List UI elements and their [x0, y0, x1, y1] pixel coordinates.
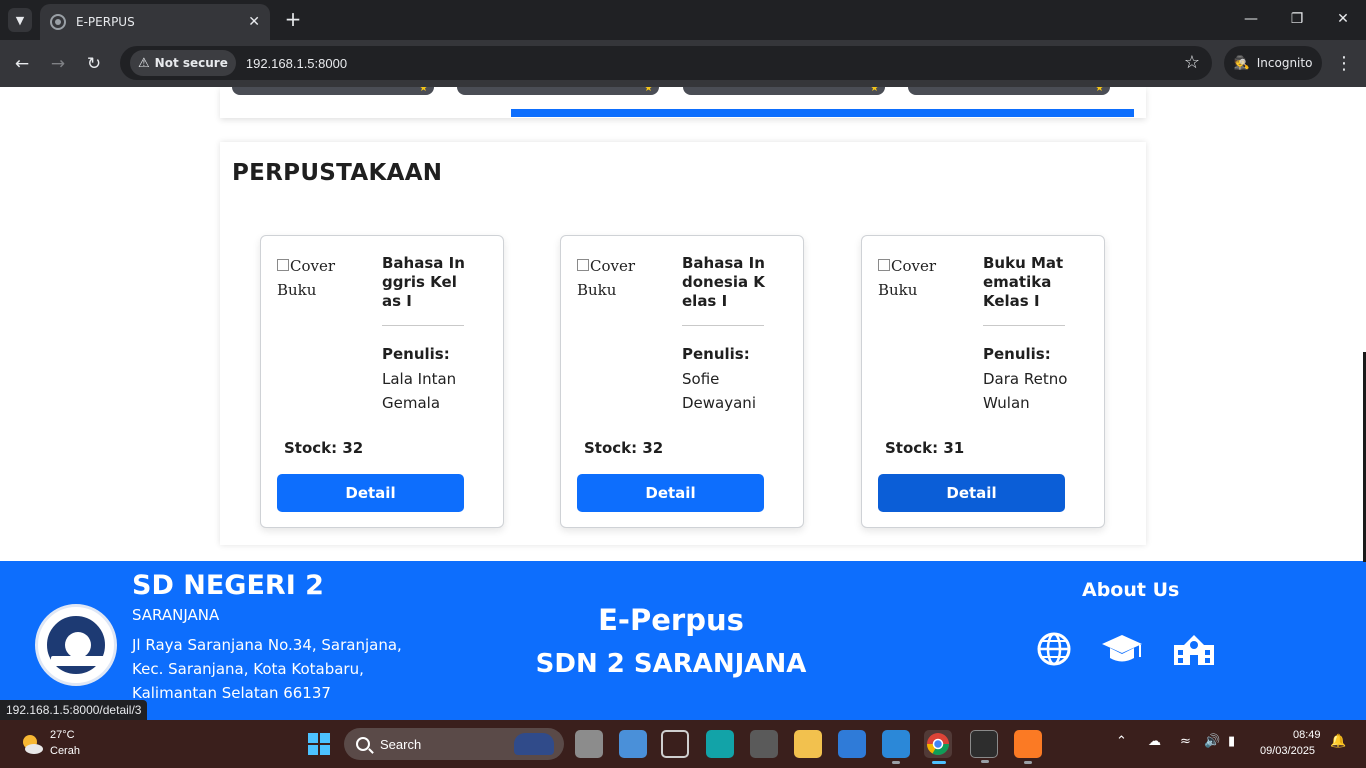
school-name: SD NEGERI 2 — [132, 570, 324, 601]
sync-app-icon[interactable] — [750, 730, 778, 758]
windows-start-icon[interactable] — [308, 733, 330, 755]
library-heading: PERPUSTAKAAN — [232, 160, 443, 186]
notification-icon[interactable]: 🔔 — [1330, 734, 1346, 749]
graduation-cap-icon[interactable] — [1100, 631, 1144, 667]
browser-menu-icon[interactable]: ⋮ — [1334, 52, 1354, 76]
browser-tab[interactable]: E-PERPUS ✕ — [40, 4, 270, 40]
network-app-icon[interactable] — [838, 730, 866, 758]
book-author: Lala Intan Gemala — [382, 370, 457, 412]
carousel-thumb[interactable]: ★ — [908, 87, 1110, 95]
bookmark-star-icon[interactable]: ☆ — [1184, 52, 1200, 73]
search-placeholder: Search — [380, 736, 422, 752]
taskbar-search-box[interactable]: Search — [344, 728, 564, 760]
broken-image-icon — [277, 259, 289, 271]
carousel-progress-bar — [511, 109, 1134, 117]
link-status-bar: 192.168.1.5:8000/detail/3 — [0, 700, 148, 720]
control-panel-icon[interactable] — [619, 730, 647, 758]
battery-icon[interactable]: ▮ — [1228, 734, 1235, 749]
author-label: Penulis: — [382, 345, 450, 363]
weather-sun-cloud-icon[interactable] — [20, 732, 44, 756]
book-stock: Stock: 32 — [284, 439, 364, 457]
wifi-icon[interactable]: ≈ — [1180, 734, 1191, 749]
globe-icon[interactable] — [1036, 631, 1072, 667]
volume-icon[interactable]: 🔊 — [1204, 734, 1220, 749]
book-cover-image: Cover Buku — [577, 257, 636, 299]
browser-toolbar: ← → ↻ ⚠ Not secure 192.168.1.5:8000 ☆ 🕵 … — [0, 40, 1366, 87]
tab-favicon-icon — [50, 14, 66, 30]
url-text[interactable]: 192.168.1.5:8000 — [246, 56, 347, 71]
star-icon: ★ — [870, 87, 879, 94]
card-divider — [983, 325, 1065, 326]
tab-search-button[interactable]: ▼ — [8, 8, 32, 32]
author-label: Penulis: — [682, 345, 750, 363]
security-label: Not secure — [154, 56, 228, 70]
virtualbox-icon[interactable] — [661, 730, 689, 758]
address-bar[interactable]: ⚠ Not secure 192.168.1.5:8000 ☆ — [120, 46, 1212, 80]
warning-triangle-icon: ⚠ — [138, 55, 150, 71]
weather-condition: Cerah — [50, 745, 80, 757]
search-highlight-art — [514, 733, 554, 755]
search-icon — [356, 737, 370, 751]
school-icon[interactable] — [1172, 631, 1216, 667]
incognito-label: Incognito — [1256, 56, 1313, 70]
xampp-icon[interactable] — [1014, 730, 1042, 764]
book-cover-image: Cover Buku — [277, 257, 336, 299]
close-window-button[interactable]: ✕ — [1332, 8, 1354, 30]
incognito-indicator[interactable]: 🕵 Incognito — [1224, 46, 1322, 80]
book-stock: Stock: 31 — [885, 439, 965, 457]
windows-taskbar: 27°C Cerah Search ⌃ ☁ ≈ 🔊 ▮ 08:49 09/03/… — [0, 720, 1366, 768]
detail-button[interactable]: Detail — [277, 474, 464, 512]
minimize-button[interactable]: — — [1240, 8, 1262, 30]
book-author: Sofie Dewayani — [682, 370, 756, 412]
author-label: Penulis: — [983, 345, 1051, 363]
book-card: Cover Buku Bahasa Inggris Kelas I Penuli… — [260, 235, 504, 528]
book-stock: Stock: 32 — [584, 439, 664, 457]
library-section: PERPUSTAKAAN Cover Buku Bahasa Inggris K… — [220, 142, 1146, 545]
carousel-thumb[interactable]: ★ — [232, 87, 434, 95]
vscode-icon[interactable] — [882, 730, 910, 764]
carousel-thumb[interactable]: ★ — [457, 87, 659, 95]
book-title: Bahasa Indonesia Kelas I — [682, 254, 765, 310]
app-bolt-icon[interactable] — [706, 730, 734, 758]
book-card: Cover Buku Bahasa Indonesia Kelas I Penu… — [560, 235, 804, 528]
tab-close-icon[interactable]: ✕ — [248, 14, 260, 30]
back-button[interactable]: ← — [10, 52, 34, 76]
clock-date[interactable]: 09/03/2025 — [1260, 745, 1315, 757]
card-divider — [682, 325, 764, 326]
page-viewport: ★ ★ ★ ★ PERPUSTAKAAN Cover Buku Bahasa I… — [0, 87, 1366, 720]
book-author: Dara Retno Wulan — [983, 370, 1068, 412]
tray-chevron-up-icon[interactable]: ⌃ — [1116, 734, 1127, 749]
book-cover-image: Cover Buku — [878, 257, 937, 299]
carousel-thumb[interactable]: ★ — [683, 87, 885, 95]
terminal-icon[interactable] — [970, 730, 998, 763]
about-us-heading: About Us — [1082, 579, 1180, 601]
task-view-icon[interactable] — [575, 730, 603, 758]
chrome-icon[interactable] — [924, 730, 952, 764]
book-card: Cover Buku Buku Matematika Kelas I Penul… — [861, 235, 1105, 528]
star-icon: ★ — [1095, 87, 1104, 94]
browser-titlebar: ▼ E-PERPUS ✕ + — ❐ ✕ — [0, 0, 1366, 40]
detail-button[interactable]: Detail — [878, 474, 1065, 512]
detail-button[interactable]: Detail — [577, 474, 764, 512]
incognito-icon: 🕵 — [1233, 55, 1250, 71]
carousel-section: ★ ★ ★ ★ — [220, 87, 1146, 118]
forward-button[interactable]: → — [46, 52, 70, 76]
broken-image-icon — [878, 259, 890, 271]
card-divider — [382, 325, 464, 326]
tab-title: E-PERPUS — [76, 15, 135, 29]
site-footer: SD NEGERI 2 SARANJANA Jl Raya Saranjana … — [0, 561, 1366, 720]
file-explorer-icon[interactable] — [794, 730, 822, 758]
broken-image-icon — [577, 259, 589, 271]
new-tab-button[interactable]: + — [282, 8, 304, 30]
clock-time[interactable]: 08:49 — [1293, 729, 1321, 741]
star-icon: ★ — [419, 87, 428, 94]
reload-button[interactable]: ↻ — [82, 52, 106, 76]
book-title: Bahasa Inggris Kelas I — [382, 254, 465, 310]
onedrive-icon[interactable]: ☁ — [1148, 734, 1161, 749]
security-chip[interactable]: ⚠ Not secure — [130, 50, 236, 76]
book-title: Buku Matematika Kelas I — [983, 254, 1064, 310]
restore-button[interactable]: ❐ — [1286, 8, 1308, 30]
weather-temperature: 27°C — [50, 729, 75, 741]
star-icon: ★ — [644, 87, 653, 94]
